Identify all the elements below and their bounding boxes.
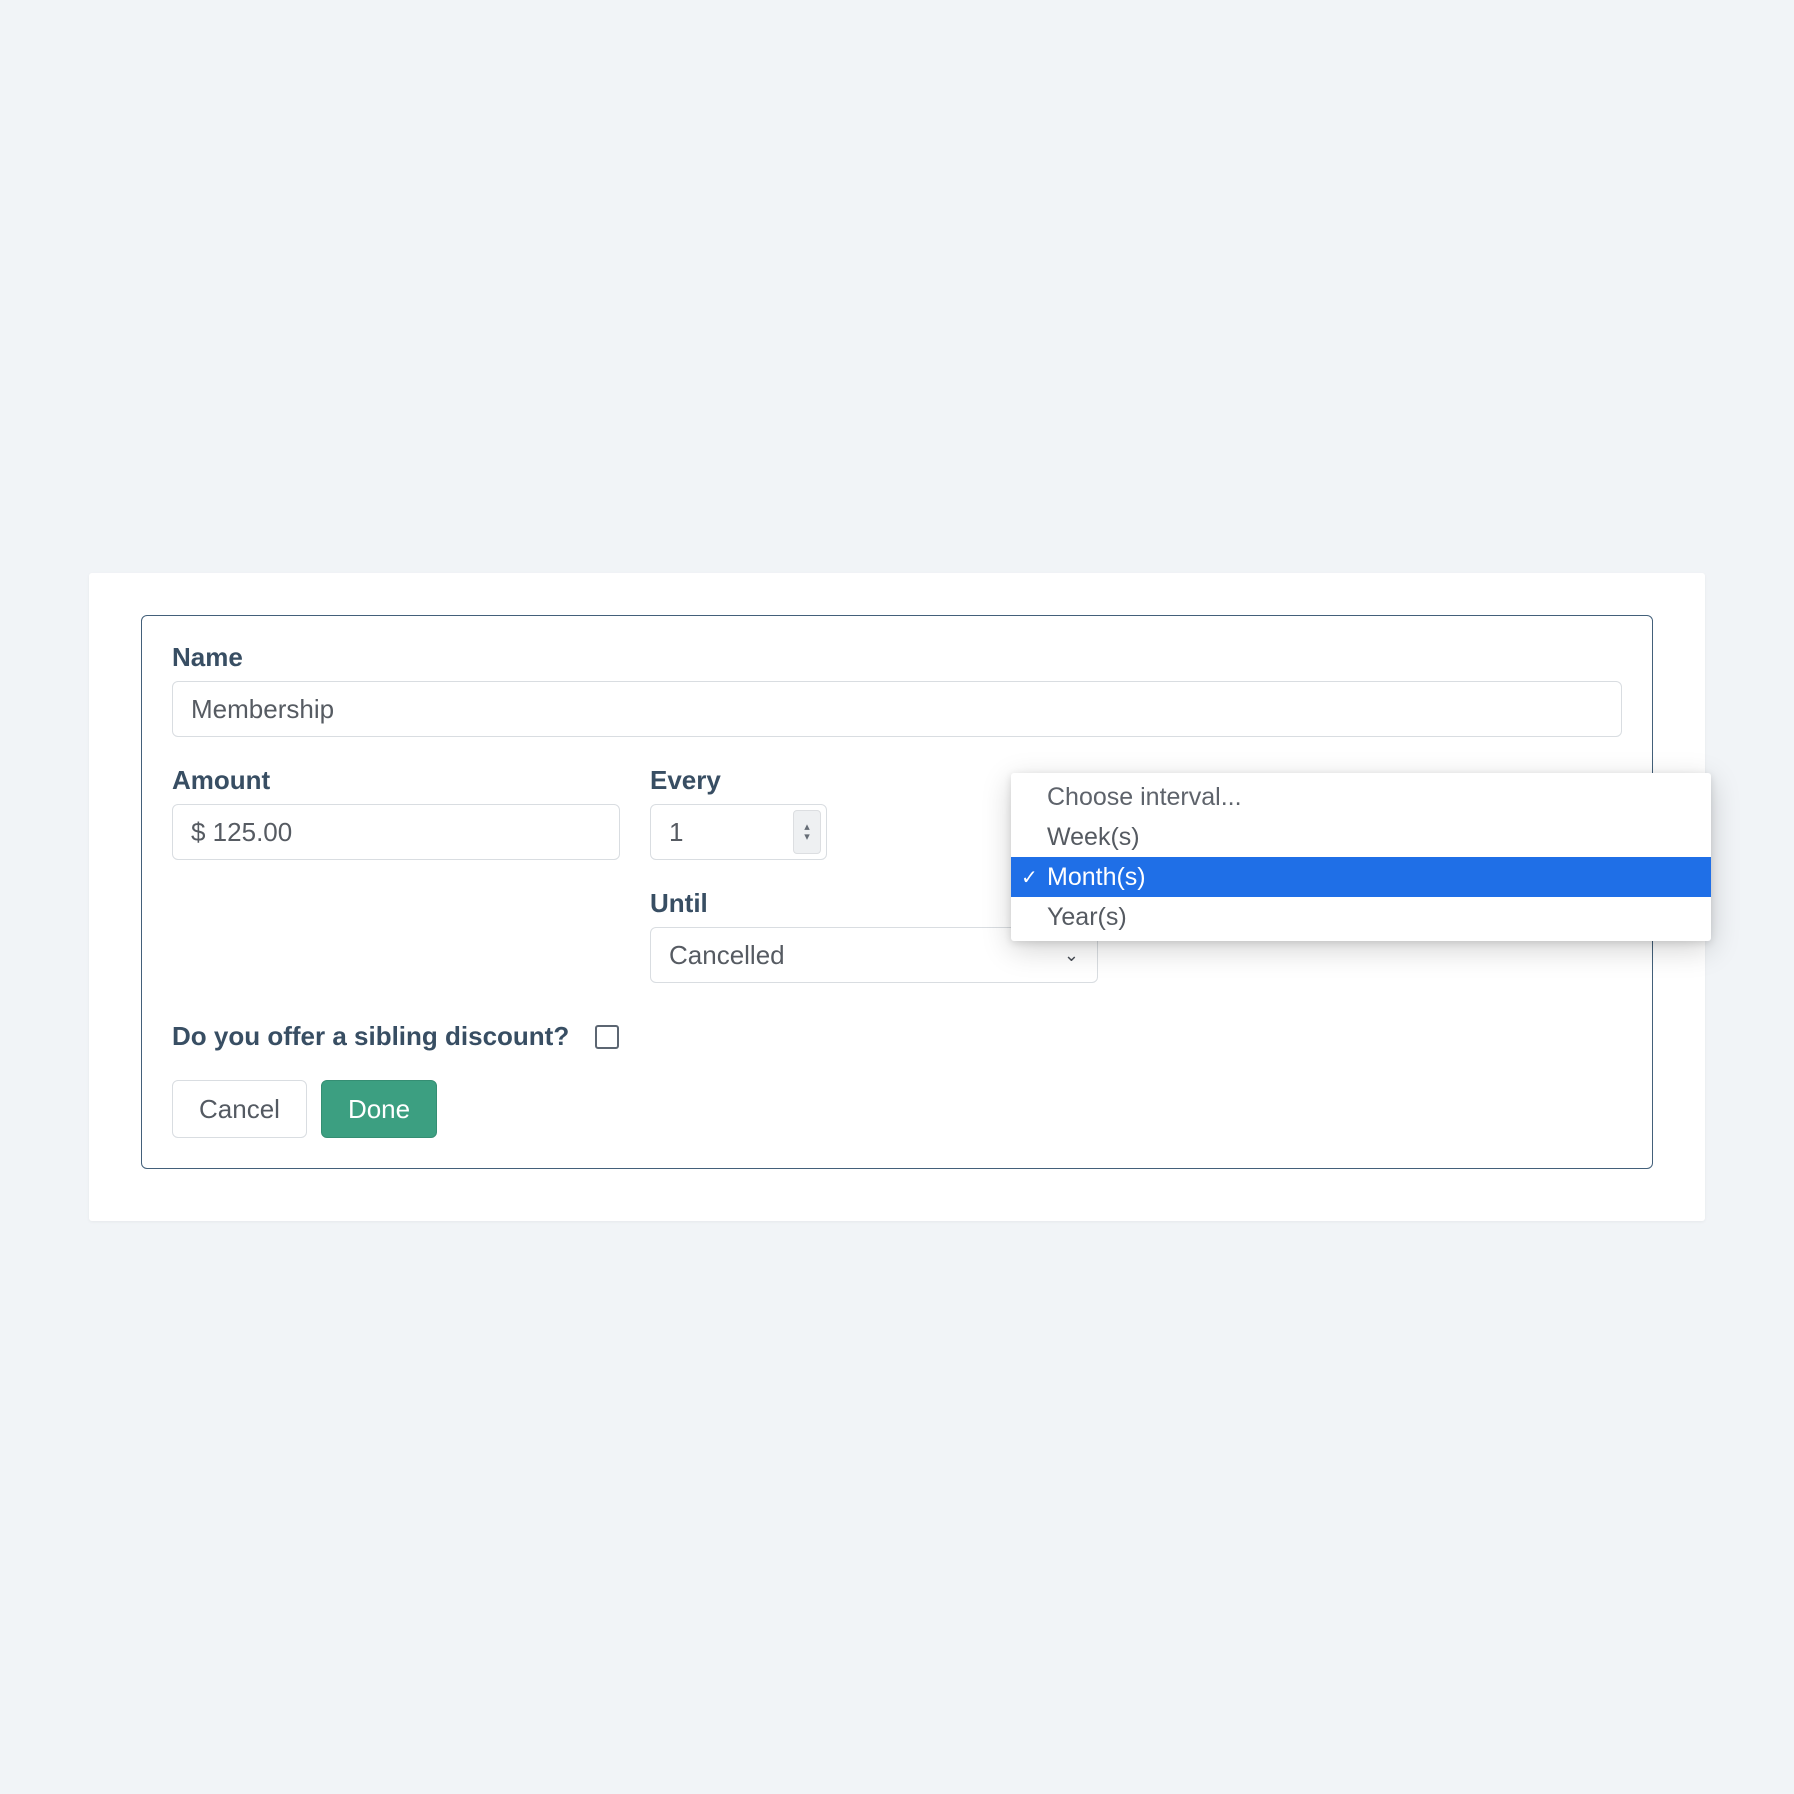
interval-option-week[interactable]: Week(s) [1011,817,1711,857]
every-number-wrap: ▴ ▾ [650,804,827,860]
name-input[interactable] [172,681,1622,737]
amount-column: Amount [172,765,620,983]
interval-option-week-label: Week(s) [1047,823,1140,852]
every-stepper[interactable]: ▴ ▾ [793,810,821,854]
interval-option-month-label: Month(s) [1047,863,1146,892]
interval-option-year[interactable]: Year(s) [1011,897,1711,937]
interval-option-year-label: Year(s) [1047,903,1127,932]
form-card: Name Amount Every ▴ ▾ Until [89,573,1705,1221]
until-select-value: Cancelled [669,940,785,971]
amount-input[interactable] [172,804,620,860]
interval-dropdown[interactable]: Choose interval... Week(s) Month(s) Year… [1011,773,1711,941]
interval-option-placeholder-label: Choose interval... [1047,783,1242,812]
done-button[interactable]: Done [321,1080,437,1138]
sibling-discount-label: Do you offer a sibling discount? [172,1021,569,1052]
sibling-discount-checkbox[interactable] [595,1025,619,1049]
interval-option-month[interactable]: Month(s) [1011,857,1711,897]
button-row: Cancel Done [172,1080,1622,1138]
interval-option-placeholder[interactable]: Choose interval... [1011,777,1711,817]
sibling-discount-row: Do you offer a sibling discount? [172,1021,1622,1052]
cancel-button-label: Cancel [199,1094,280,1125]
name-label: Name [172,642,1622,673]
chevron-down-icon: ⌄ [1064,945,1079,966]
amount-label: Amount [172,765,620,796]
cancel-button[interactable]: Cancel [172,1080,307,1138]
done-button-label: Done [348,1094,410,1125]
stepper-down-icon: ▾ [804,832,810,842]
